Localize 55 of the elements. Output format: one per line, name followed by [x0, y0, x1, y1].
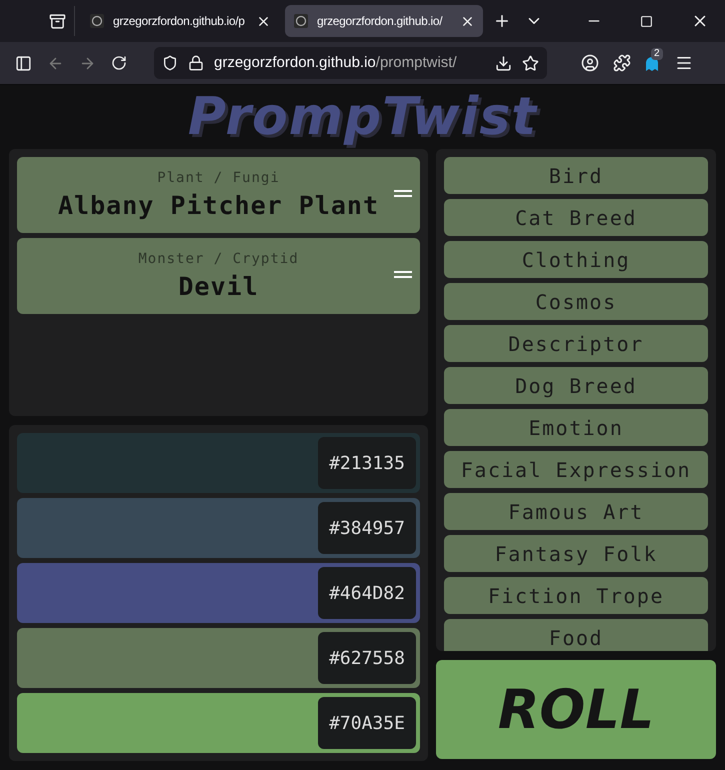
maximize-icon[interactable]	[640, 14, 653, 28]
menu-icon[interactable]	[675, 54, 693, 72]
extensions-icon[interactable]	[613, 54, 631, 72]
category-item[interactable]: Fantasy Folk	[444, 535, 708, 572]
category-item[interactable]: Facial Expression	[444, 451, 708, 488]
category-item[interactable]: Famous Art	[444, 493, 708, 530]
category-item[interactable]: Cosmos	[444, 283, 708, 320]
url-host: grzegorzfordon.github.io	[214, 54, 376, 71]
bookmark-icon[interactable]	[522, 54, 539, 72]
account-icon[interactable]	[581, 54, 599, 72]
hex-label: #213135	[318, 437, 416, 489]
category-item[interactable]: Fiction Trope	[444, 577, 708, 614]
drag-handle-icon[interactable]	[394, 271, 412, 279]
lock-icon[interactable]	[188, 55, 204, 71]
color-swatch[interactable]: #464D82	[17, 563, 420, 623]
url-path: /promptwist/	[376, 54, 457, 71]
address-bar[interactable]: grzegorzfordon.github.io/promptwist/	[154, 47, 547, 79]
shield-icon[interactable]	[162, 55, 178, 71]
category-item[interactable]: Clothing	[444, 241, 708, 278]
tab-title: grzegorzfordon.github.io/p	[113, 13, 246, 30]
site-favicon-icon	[293, 13, 309, 29]
hex-label: #70A35E	[318, 697, 416, 749]
drag-handle-icon[interactable]	[394, 190, 412, 198]
color-swatch[interactable]: #213135	[17, 433, 420, 493]
color-swatch[interactable]: #627558	[17, 628, 420, 688]
prompt-card[interactable]: Plant / Fungi Albany Pitcher Plant	[17, 157, 420, 233]
prompt-card[interactable]: Monster / Cryptid Devil	[17, 238, 420, 314]
sidebar-icon[interactable]	[15, 54, 32, 72]
category-item[interactable]: Dog Breed	[444, 367, 708, 404]
category-item[interactable]: Cat Breed	[444, 199, 708, 236]
category-item[interactable]: Emotion	[444, 409, 708, 446]
prompt-category: Plant / Fungi	[157, 168, 280, 188]
site-favicon-icon	[89, 13, 105, 29]
color-swatch[interactable]: #384957	[17, 498, 420, 558]
new-tab-icon[interactable]	[493, 12, 511, 30]
browser-tab[interactable]: grzegorzfordon.github.io/p	[81, 5, 279, 37]
category-item[interactable]: Descriptor	[444, 325, 708, 362]
ghost-icon[interactable]	[645, 54, 659, 72]
extension-badge: 2	[651, 48, 663, 60]
roll-button[interactable]: ROLL	[436, 660, 716, 759]
prompt-category: Monster / Cryptid	[138, 250, 299, 268]
category-item[interactable]: Bird	[444, 157, 708, 194]
hex-label: #464D82	[318, 567, 416, 619]
color-swatch[interactable]: #70A35E	[17, 693, 420, 753]
prompt-value: Albany Pitcher Plant	[58, 190, 380, 222]
download-icon[interactable]	[495, 54, 512, 72]
tab-list-icon[interactable]	[48, 12, 66, 30]
tab-title: grzegorzfordon.github.io/	[317, 13, 444, 30]
hex-label: #627558	[318, 632, 416, 684]
browser-tab[interactable]: grzegorzfordon.github.io/	[285, 5, 483, 37]
category-item[interactable]: Food	[444, 619, 708, 651]
hex-label: #384957	[318, 502, 416, 554]
app-title: PrompTwist	[188, 86, 538, 149]
reload-icon[interactable]	[111, 55, 127, 71]
prompt-value: Devil	[178, 270, 259, 302]
